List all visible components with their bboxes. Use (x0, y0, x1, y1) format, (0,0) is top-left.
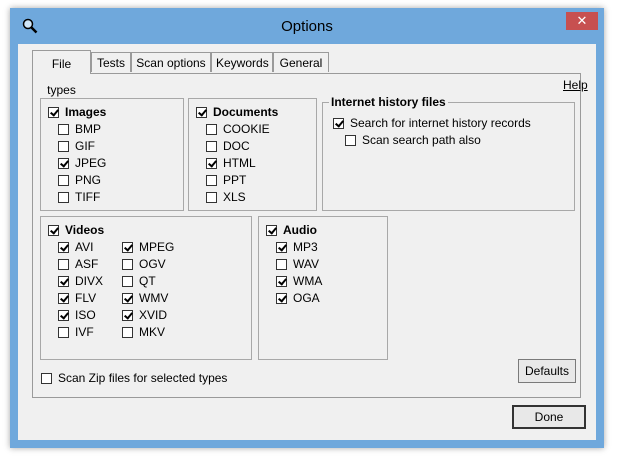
avi-checkbox[interactable]: AVI (58, 239, 93, 255)
checkbox-box (206, 157, 217, 169)
tab-general[interactable]: General (273, 52, 329, 72)
checkbox-box (58, 140, 69, 152)
options-window: Options ✕ File types Tests Scan options … (10, 8, 604, 448)
checkbox-box (48, 224, 59, 236)
tab-keywords[interactable]: Keywords (211, 52, 273, 72)
checkbox-box (48, 106, 59, 118)
checkbox-box (196, 106, 207, 118)
wmv-checkbox[interactable]: WMV (122, 290, 168, 306)
audio-group: Audio MP3 WAV WMA OGA (258, 216, 388, 360)
xvid-checkbox[interactable]: XVID (122, 307, 167, 323)
bmp-checkbox[interactable]: BMP (58, 121, 101, 137)
checkbox-box (266, 224, 277, 236)
divx-checkbox[interactable]: DIVX (58, 273, 103, 289)
jpeg-checkbox[interactable]: JPEG (58, 155, 106, 171)
checkbox-box (58, 292, 69, 304)
title-bar[interactable]: Options ✕ (10, 8, 604, 44)
tiff-checkbox[interactable]: TIFF (58, 189, 100, 205)
xls-checkbox[interactable]: XLS (206, 189, 246, 205)
wma-checkbox[interactable]: WMA (276, 273, 322, 289)
flv-checkbox[interactable]: FLV (58, 290, 96, 306)
window-title: Options (281, 18, 333, 35)
checkbox-box (122, 292, 133, 304)
checkbox-box (58, 174, 69, 186)
checkbox-box (276, 258, 287, 270)
checkbox-box (58, 123, 69, 135)
internet-history-heading: Internet history files (329, 95, 448, 109)
checkbox-box (276, 241, 287, 253)
checkbox-box (122, 241, 133, 253)
checkbox-box (122, 275, 133, 287)
mp3-checkbox[interactable]: MP3 (276, 239, 318, 255)
checkbox-box (122, 309, 133, 321)
checkbox-box (276, 275, 287, 287)
checkbox-box (206, 191, 217, 203)
mpeg-checkbox[interactable]: MPEG (122, 239, 174, 255)
checkbox-box (122, 258, 133, 270)
ogv-checkbox[interactable]: OGV (122, 256, 166, 272)
html-checkbox[interactable]: HTML (206, 155, 256, 171)
search-internet-history-checkbox[interactable]: Search for internet history records (333, 115, 531, 131)
close-icon: ✕ (576, 13, 588, 28)
documents-checkbox[interactable]: Documents (196, 104, 278, 120)
internet-history-group: Internet history files Search for intern… (322, 95, 575, 211)
scan-search-path-checkbox[interactable]: Scan search path also (345, 132, 481, 148)
gif-checkbox[interactable]: GIF (58, 138, 95, 154)
checkbox-box (58, 258, 69, 270)
checkbox-box (58, 326, 69, 338)
defaults-button[interactable]: Defaults (518, 359, 576, 383)
videos-checkbox[interactable]: Videos (48, 222, 104, 238)
checkbox-box (206, 123, 217, 135)
tab-tests[interactable]: Tests (91, 52, 131, 72)
audio-checkbox[interactable]: Audio (266, 222, 317, 238)
doc-checkbox[interactable]: DOC (206, 138, 250, 154)
videos-group: Videos AVI ASF DIVX FLV ISO IVF MPEG OGV… (40, 216, 252, 360)
checkbox-box (58, 275, 69, 287)
oga-checkbox[interactable]: OGA (276, 290, 320, 306)
checkbox-box (206, 140, 217, 152)
png-checkbox[interactable]: PNG (58, 172, 101, 188)
wav-checkbox[interactable]: WAV (276, 256, 319, 272)
help-link[interactable]: Help (563, 78, 588, 92)
qt-checkbox[interactable]: QT (122, 273, 156, 289)
images-checkbox[interactable]: Images (48, 104, 106, 120)
tab-file-types[interactable]: File types (32, 50, 91, 97)
images-group: Images BMP GIF JPEG PNG TIFF (40, 98, 184, 211)
dialog-client: File types Tests Scan options Keywords G… (18, 44, 596, 440)
checkbox-box (41, 372, 52, 384)
mkv-checkbox[interactable]: MKV (122, 324, 165, 340)
documents-group: Documents COOKIE DOC HTML PPT XLS (188, 98, 317, 211)
close-button[interactable]: ✕ (566, 12, 598, 30)
checkbox-box (58, 191, 69, 203)
done-button[interactable]: Done (512, 405, 586, 429)
iso-checkbox[interactable]: ISO (58, 307, 96, 323)
ppt-checkbox[interactable]: PPT (206, 172, 246, 188)
checkbox-box (206, 174, 217, 186)
asf-checkbox[interactable]: ASF (58, 256, 98, 272)
checkbox-box (58, 157, 69, 169)
checkbox-box (345, 134, 356, 146)
checkbox-box (58, 241, 69, 253)
cookie-checkbox[interactable]: COOKIE (206, 121, 270, 137)
checkbox-box (333, 117, 344, 129)
checkbox-box (58, 309, 69, 321)
scan-zip-checkbox[interactable]: Scan Zip files for selected types (41, 370, 227, 386)
tab-scan-options[interactable]: Scan options (131, 52, 211, 72)
ivf-checkbox[interactable]: IVF (58, 324, 94, 340)
checkbox-box (122, 326, 133, 338)
checkbox-box (276, 292, 287, 304)
